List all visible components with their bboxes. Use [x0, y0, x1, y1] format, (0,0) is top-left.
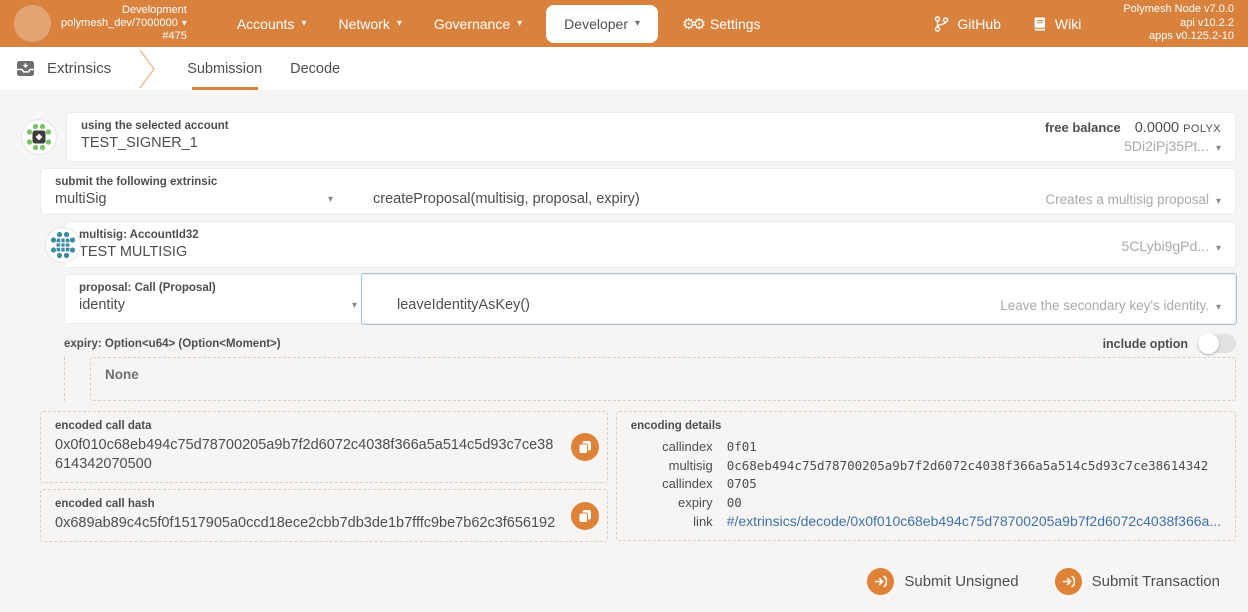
encoding-detail-row: callindex 0f01	[631, 438, 1221, 457]
proposal-pallet-select[interactable]: identity▾	[79, 297, 357, 313]
account-select-box[interactable]: using the selected account TEST_SIGNER_1…	[66, 112, 1236, 162]
multisig-address-dropdown[interactable]: 5CLybi9gPd...▾	[1122, 238, 1221, 254]
book-icon	[1033, 16, 1047, 32]
nav-governance[interactable]: Governance▾	[418, 4, 538, 44]
encoding-detail-row: expiry 00	[631, 494, 1221, 513]
chevron-down-icon: ▾	[517, 18, 522, 29]
multisig-param-row: multisig: AccountId32 TEST MULTISIG 5CLy…	[12, 221, 1236, 268]
encoded-call-data-label: encoded call data	[55, 420, 593, 432]
free-balance-label: free balance	[1045, 120, 1121, 135]
nav-developer[interactable]: Developer▾	[546, 5, 658, 43]
chain-network: polymesh_dev/7000000	[61, 17, 178, 29]
submit-transaction-button[interactable]: Submit Transaction	[1055, 568, 1220, 595]
encoded-output-section: encoded call data 0x0f010c68eb494c75d787…	[40, 411, 1236, 542]
chain-block-number: #475	[61, 30, 187, 43]
extrinsics-submission-page: using the selected account TEST_SIGNER_1…	[0, 90, 1248, 595]
extrinsic-label: submit the following extrinsic	[55, 176, 1221, 188]
expiry-value-box: None	[90, 357, 1236, 401]
nav-network[interactable]: Network▾	[322, 4, 417, 44]
multisig-account-box[interactable]: multisig: AccountId32 TEST MULTISIG 5CLy…	[64, 221, 1236, 268]
proposal-param-row: proposal: Call (Proposal) identity▾ leav…	[64, 274, 1236, 324]
chevron-down-icon: ▾	[1216, 302, 1221, 313]
github-link[interactable]: GitHub	[918, 16, 1017, 32]
wiki-link[interactable]: Wiki	[1017, 16, 1097, 32]
encoded-call-hash-box: encoded call hash 0x689ab89c4c5f0f151790…	[40, 489, 608, 542]
pallet-select[interactable]: multiSig▾	[55, 191, 333, 207]
account-row: using the selected account TEST_SIGNER_1…	[12, 112, 1236, 162]
encoded-call-hash-value: 0x689ab89c4c5f0f1517905a0ccd18ece2cbb7db…	[55, 514, 593, 533]
tab-bar: Extrinsics Submission Decode	[0, 47, 1248, 90]
version-info: Polymesh Node v7.0.0 api v10.2.2 apps v0…	[1123, 3, 1234, 44]
encoding-detail-row: multisig 0c68eb494c75d78700205a9b7f2d607…	[631, 457, 1221, 476]
method-signature: createProposal(multisig, proposal, expir…	[373, 191, 1045, 207]
multisig-name: TEST MULTISIG	[79, 244, 199, 260]
multisig-param-label: multisig: AccountId32	[79, 229, 199, 241]
extrinsics-icon	[16, 60, 35, 77]
expiry-value: None	[105, 367, 1221, 382]
balance-unit: POLYX	[1183, 123, 1221, 135]
chevron-down-icon: ▾	[301, 18, 306, 29]
sign-in-icon	[867, 568, 894, 595]
copy-icon	[578, 509, 592, 523]
decode-link[interactable]: #/extrinsics/decode/0x0f010c68eb494c75d7…	[727, 512, 1221, 531]
action-buttons: Submit Unsigned Submit Transaction	[12, 568, 1236, 595]
section-title: Extrinsics	[16, 47, 111, 90]
nav-settings[interactable]: ⚙⚙Settings	[666, 3, 777, 45]
free-balance-value: 0.0000	[1135, 120, 1179, 136]
chevron-down-icon: ▾	[182, 18, 187, 29]
node-version: Polymesh Node v7.0.0	[1123, 3, 1234, 17]
extrinsic-section: submit the following extrinsic multiSig▾…	[40, 168, 1236, 215]
proposal-section: proposal: Call (Proposal) identity▾ leav…	[64, 274, 1236, 324]
expiry-param-body: None	[64, 357, 1236, 401]
copy-call-hash-button[interactable]	[571, 502, 599, 530]
expiry-param-label: expiry: Option<u64> (Option<Moment>)	[64, 338, 281, 350]
encoded-call-hash-label: encoded call hash	[55, 498, 593, 510]
tab-decode[interactable]: Decode	[276, 47, 354, 90]
chevron-down-icon: ▾	[1216, 243, 1221, 254]
account-label: using the selected account	[81, 120, 229, 132]
chevron-down-icon: ▾	[1216, 143, 1221, 154]
main-nav: Accounts▾ Network▾ Governance▾ Developer…	[221, 3, 777, 45]
expiry-param-header: expiry: Option<u64> (Option<Moment>) inc…	[64, 334, 1236, 353]
apps-version: apps v0.125.2-10	[1123, 30, 1234, 44]
top-bar: Development polymesh_dev/7000000 ▾ #475 A…	[0, 0, 1248, 47]
chevron-down-icon: ▾	[397, 18, 402, 29]
api-version: api v10.2.2	[1123, 17, 1234, 31]
include-option-label: include option	[1103, 337, 1188, 351]
breadcrumb-chevron-icon	[139, 50, 155, 88]
nav-accounts[interactable]: Accounts▾	[221, 4, 323, 44]
encoding-details-box: encoding details callindex 0f01 multisig…	[616, 411, 1236, 541]
account-name: TEST_SIGNER_1	[81, 135, 229, 151]
chevron-down-icon: ▾	[635, 18, 640, 29]
chevron-down-icon: ▾	[352, 300, 357, 311]
account-address-dropdown[interactable]: 5Di2iPj35Pt...▾	[1045, 138, 1221, 154]
section-title-label: Extrinsics	[47, 60, 111, 77]
multisig-identicon	[46, 228, 80, 262]
toggle-knob	[1198, 333, 1219, 354]
chain-selector[interactable]: Development polymesh_dev/7000000 ▾ #475	[61, 4, 187, 43]
copy-call-data-button[interactable]	[571, 433, 599, 461]
proposal-method: leaveIdentityAsKey()	[397, 297, 1000, 313]
encoding-detail-row: link #/extrinsics/decode/0x0f010c68eb494…	[631, 512, 1221, 532]
proposal-param-label: proposal: Call (Proposal)	[79, 282, 1221, 294]
gear-icon: ⚙⚙	[682, 15, 703, 33]
submit-unsigned-button[interactable]: Submit Unsigned	[867, 568, 1018, 595]
method-select[interactable]: Creates a multisig proposal▾	[1045, 192, 1221, 207]
proposal-method-select[interactable]: Leave the secondary key's identity.▾	[1000, 298, 1221, 313]
sign-in-icon	[1055, 568, 1082, 595]
encoded-call-data-value: 0x0f010c68eb494c75d78700205a9b7f2d6072c4…	[55, 436, 593, 474]
chain-name: Development	[61, 4, 187, 17]
app-logo[interactable]	[14, 5, 51, 42]
encoding-detail-row: callindex 0705	[631, 475, 1221, 494]
encoding-details-label: encoding details	[631, 420, 1221, 432]
git-branch-icon	[934, 16, 949, 32]
encoded-call-data-box: encoded call data 0x0f010c68eb494c75d787…	[40, 411, 608, 483]
account-identicon	[22, 120, 56, 154]
copy-icon	[578, 440, 592, 454]
free-balance: free balance 0.0000 POLYX	[1045, 120, 1221, 136]
include-option-toggle[interactable]	[1198, 334, 1236, 353]
tab-submission[interactable]: Submission	[173, 47, 276, 90]
chevron-down-icon: ▾	[1216, 196, 1221, 207]
chevron-down-icon: ▾	[328, 194, 333, 205]
